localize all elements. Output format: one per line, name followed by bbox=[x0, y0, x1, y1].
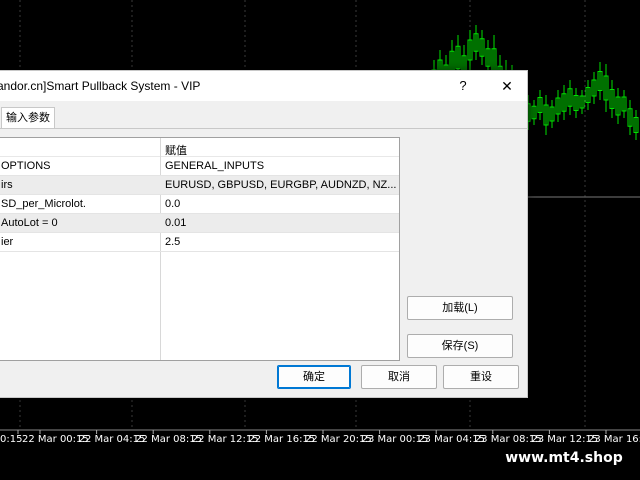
param-name: AutoLot = 0 bbox=[1, 217, 58, 229]
help-button[interactable]: ? bbox=[451, 75, 475, 97]
param-value[interactable]: 2.5 bbox=[165, 236, 180, 248]
tab-divider bbox=[0, 128, 527, 129]
table-header: 赋值 bbox=[0, 138, 399, 360]
time-tick-label: 23 Mar 16:15 bbox=[588, 434, 640, 445]
table-row[interactable]: SD_per_Microlot. 0.0 bbox=[0, 195, 399, 214]
inputs-table: 赋值 OPTIONS GENERAL_INPUTS irs EURUSD, GB… bbox=[0, 137, 400, 361]
close-button[interactable]: ✕ bbox=[495, 75, 519, 97]
watermark: www.mt4.shop bbox=[500, 446, 628, 470]
table-row[interactable]: ier 2.5 bbox=[0, 233, 399, 252]
param-name: SD_per_Microlot. bbox=[1, 198, 86, 210]
reset-button[interactable]: 重设 bbox=[443, 365, 519, 389]
tab-inputs[interactable]: 输入参数 bbox=[1, 107, 55, 128]
param-value[interactable]: GENERAL_INPUTS bbox=[165, 160, 264, 172]
time-tick-label: 0:15 bbox=[0, 434, 22, 445]
ok-button[interactable]: 确定 bbox=[277, 365, 351, 389]
save-button[interactable]: 保存(S) bbox=[407, 334, 513, 358]
table-row[interactable]: AutoLot = 0 0.01 bbox=[0, 214, 399, 233]
param-name: ier bbox=[1, 236, 14, 248]
cancel-button[interactable]: 取消 bbox=[361, 365, 437, 389]
table-row[interactable]: irs EURUSD, GBPUSD, EURGBP, AUDNZD, NZ..… bbox=[0, 176, 399, 195]
param-value[interactable]: EURUSD, GBPUSD, EURGBP, AUDNZD, NZ... bbox=[165, 179, 396, 191]
param-value[interactable]: 0.0 bbox=[165, 198, 180, 210]
param-name: OPTIONS bbox=[1, 160, 51, 172]
expert-properties-dialog: andor.cn]Smart Pullback System - VIP ? ✕… bbox=[0, 70, 528, 398]
value-column-header: 赋值 bbox=[165, 145, 187, 157]
time-axis: 0:15 22 Mar 00:1522 Mar 04:1522 Mar 08:15… bbox=[0, 430, 640, 445]
param-name: irs bbox=[1, 179, 13, 191]
table-row[interactable]: OPTIONS GENERAL_INPUTS bbox=[0, 157, 399, 176]
load-button[interactable]: 加载(L) bbox=[407, 296, 513, 320]
title-bar[interactable]: andor.cn]Smart Pullback System - VIP ? ✕ bbox=[0, 71, 527, 101]
window-title: andor.cn]Smart Pullback System - VIP bbox=[0, 79, 201, 93]
param-value[interactable]: 0.01 bbox=[165, 217, 186, 229]
